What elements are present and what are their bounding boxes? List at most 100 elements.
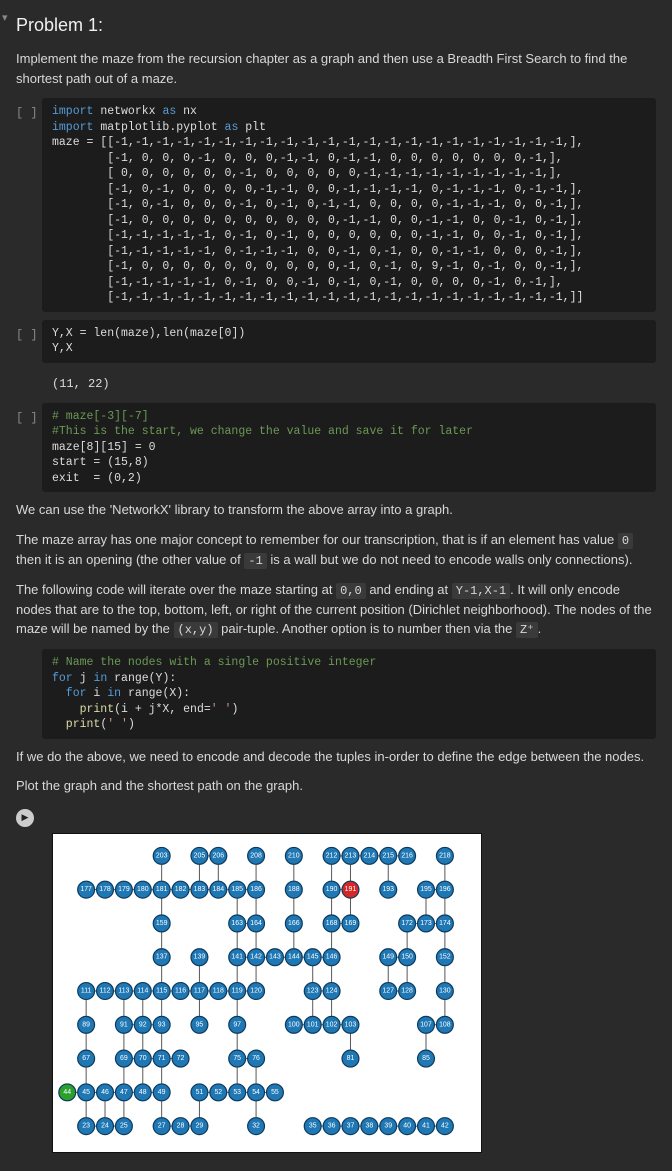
paragraph: Plot the graph and the shortest path on … bbox=[16, 776, 656, 796]
cell-prompt: [ ] bbox=[16, 98, 42, 122]
graph-output: 2324252728293235363738394041424445464748… bbox=[52, 833, 482, 1153]
svg-text:42: 42 bbox=[441, 1122, 449, 1129]
svg-text:54: 54 bbox=[252, 1089, 260, 1096]
inline-code: 0 bbox=[618, 533, 633, 549]
code-block[interactable]: # Name the nodes with a single positive … bbox=[42, 649, 656, 739]
svg-text:117: 117 bbox=[194, 987, 205, 994]
svg-text:186: 186 bbox=[250, 886, 262, 893]
play-icon: ▶ bbox=[22, 811, 29, 825]
svg-text:152: 152 bbox=[439, 953, 451, 960]
svg-text:69: 69 bbox=[120, 1055, 128, 1062]
svg-text:206: 206 bbox=[213, 852, 225, 859]
svg-text:179: 179 bbox=[118, 886, 130, 893]
svg-text:181: 181 bbox=[156, 886, 168, 893]
intro-text: Implement the maze from the recursion ch… bbox=[16, 49, 656, 88]
code-cell-4: # Name the nodes with a single positive … bbox=[16, 649, 656, 739]
paragraph: The following code will iterate over the… bbox=[16, 580, 656, 640]
svg-text:93: 93 bbox=[158, 1021, 166, 1028]
cell-prompt: [ ] bbox=[16, 320, 42, 344]
svg-text:203: 203 bbox=[156, 852, 168, 859]
svg-text:111: 111 bbox=[81, 987, 92, 994]
svg-text:142: 142 bbox=[250, 953, 262, 960]
svg-text:49: 49 bbox=[158, 1089, 166, 1096]
svg-text:178: 178 bbox=[99, 886, 111, 893]
paragraph: If we do the above, we need to encode an… bbox=[16, 747, 656, 767]
cell-output: (11, 22) bbox=[16, 371, 656, 403]
svg-text:75: 75 bbox=[233, 1055, 241, 1062]
code-block[interactable]: import networkx as nx import matplotlib.… bbox=[42, 98, 656, 312]
svg-text:95: 95 bbox=[196, 1021, 204, 1028]
svg-text:70: 70 bbox=[139, 1055, 147, 1062]
svg-text:141: 141 bbox=[231, 953, 243, 960]
svg-text:39: 39 bbox=[384, 1122, 392, 1129]
svg-text:173: 173 bbox=[420, 920, 432, 927]
svg-text:24: 24 bbox=[101, 1122, 109, 1129]
svg-text:130: 130 bbox=[439, 987, 451, 994]
svg-text:214: 214 bbox=[364, 852, 376, 859]
svg-text:177: 177 bbox=[80, 886, 92, 893]
svg-text:47: 47 bbox=[120, 1089, 128, 1096]
run-button[interactable]: ▶ bbox=[16, 809, 34, 827]
svg-text:40: 40 bbox=[403, 1122, 411, 1129]
svg-text:38: 38 bbox=[365, 1122, 373, 1129]
svg-text:137: 137 bbox=[156, 953, 168, 960]
svg-text:97: 97 bbox=[233, 1021, 241, 1028]
svg-text:28: 28 bbox=[177, 1122, 185, 1129]
svg-text:52: 52 bbox=[214, 1089, 222, 1096]
svg-text:29: 29 bbox=[196, 1122, 204, 1129]
svg-text:116: 116 bbox=[175, 987, 186, 994]
svg-text:81: 81 bbox=[347, 1055, 355, 1062]
svg-text:25: 25 bbox=[120, 1122, 128, 1129]
svg-text:123: 123 bbox=[307, 987, 319, 994]
svg-text:41: 41 bbox=[422, 1122, 430, 1129]
svg-text:163: 163 bbox=[231, 920, 243, 927]
svg-text:146: 146 bbox=[326, 953, 338, 960]
svg-text:183: 183 bbox=[194, 886, 206, 893]
svg-text:143: 143 bbox=[269, 953, 281, 960]
svg-text:215: 215 bbox=[382, 852, 394, 859]
code-block[interactable]: Y,X = len(maze),len(maze[0]) Y,X bbox=[42, 320, 656, 363]
svg-text:127: 127 bbox=[382, 987, 394, 994]
svg-text:44: 44 bbox=[63, 1089, 71, 1096]
svg-text:191: 191 bbox=[345, 886, 357, 893]
code-block[interactable]: # maze[-3][-7] #This is the start, we ch… bbox=[42, 403, 656, 493]
svg-text:185: 185 bbox=[231, 886, 243, 893]
svg-text:114: 114 bbox=[137, 987, 148, 994]
svg-text:188: 188 bbox=[288, 886, 300, 893]
svg-text:32: 32 bbox=[252, 1122, 260, 1129]
svg-text:145: 145 bbox=[307, 953, 319, 960]
svg-text:128: 128 bbox=[401, 987, 413, 994]
svg-text:35: 35 bbox=[309, 1122, 317, 1129]
svg-text:213: 213 bbox=[345, 852, 357, 859]
svg-text:67: 67 bbox=[82, 1055, 90, 1062]
inline-code: Z⁺ bbox=[516, 622, 538, 638]
svg-text:36: 36 bbox=[328, 1122, 336, 1129]
svg-text:180: 180 bbox=[137, 886, 149, 893]
svg-text:196: 196 bbox=[439, 886, 451, 893]
svg-text:107: 107 bbox=[420, 1021, 432, 1028]
svg-text:208: 208 bbox=[250, 852, 262, 859]
svg-text:37: 37 bbox=[347, 1122, 355, 1129]
svg-text:174: 174 bbox=[439, 920, 451, 927]
svg-text:216: 216 bbox=[401, 852, 413, 859]
page-title: Problem 1: bbox=[16, 12, 656, 39]
paragraph: The maze array has one major concept to … bbox=[16, 530, 656, 570]
svg-text:89: 89 bbox=[82, 1021, 90, 1028]
graph-svg: 2324252728293235363738394041424445464748… bbox=[53, 834, 481, 1152]
caret-icon: ▾ bbox=[2, 10, 8, 27]
svg-text:190: 190 bbox=[326, 886, 338, 893]
inline-code: -1 bbox=[244, 553, 266, 569]
svg-text:205: 205 bbox=[194, 852, 206, 859]
code-cell-2: [ ] Y,X = len(maze),len(maze[0]) Y,X bbox=[16, 320, 656, 363]
svg-text:115: 115 bbox=[156, 987, 167, 994]
svg-text:71: 71 bbox=[158, 1055, 166, 1062]
svg-text:164: 164 bbox=[250, 920, 262, 927]
svg-text:150: 150 bbox=[401, 953, 413, 960]
svg-text:55: 55 bbox=[271, 1089, 279, 1096]
svg-text:166: 166 bbox=[288, 920, 300, 927]
svg-text:144: 144 bbox=[288, 953, 300, 960]
svg-text:48: 48 bbox=[139, 1089, 147, 1096]
svg-text:91: 91 bbox=[120, 1021, 128, 1028]
svg-text:51: 51 bbox=[196, 1089, 204, 1096]
svg-text:45: 45 bbox=[82, 1089, 90, 1096]
